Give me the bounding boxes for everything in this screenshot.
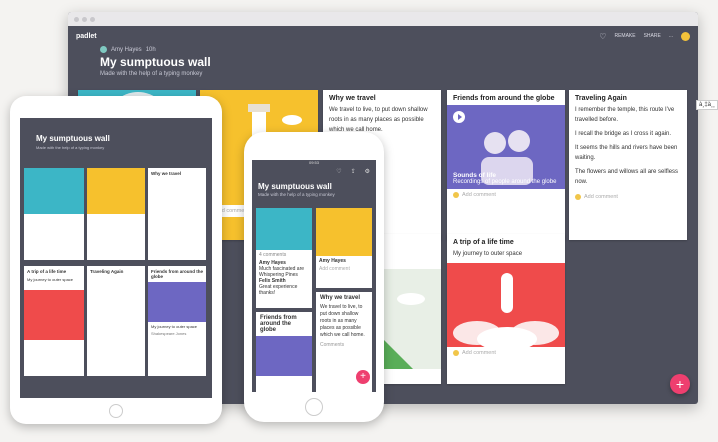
add-comment-trip[interactable]: Add comment xyxy=(447,347,565,359)
tablet-wall-subtitle: Made with the help of a typing monkey xyxy=(36,145,105,150)
phone-lighthouse-card[interactable]: Amy Hayes Add comment xyxy=(316,208,372,288)
comment-avatar xyxy=(453,192,459,198)
phone-toolbar: ♡ ⇪ ⚙ xyxy=(252,168,376,180)
tablet-why-card[interactable]: Why we travel xyxy=(148,168,206,260)
phone-balloon-card[interactable]: 4 comments Amy Hayes Much fascinated are… xyxy=(256,208,312,308)
add-comment-label[interactable]: Add comment xyxy=(316,266,372,272)
comment-avatar xyxy=(453,350,459,356)
add-comment-label: Add comment xyxy=(462,350,496,356)
settings-icon[interactable]: ⚙ xyxy=(365,168,370,180)
poem-line: It seems the hills and rivers have been … xyxy=(575,145,678,161)
friends-card[interactable]: Friends from around the globe Sounds of … xyxy=(447,90,565,240)
stray-glyph-label: à¸‡à¸¸ xyxy=(696,100,718,110)
add-comment-label: Add comment xyxy=(462,192,496,198)
tablet-home-button[interactable] xyxy=(109,404,123,418)
friends-media: Sounds of life Recordings of people arou… xyxy=(447,105,565,189)
phone-add-post-button[interactable]: + xyxy=(356,370,370,384)
comment-count: 4 comments xyxy=(259,252,287,258)
comments-label: Comments xyxy=(320,342,345,348)
rocket-media xyxy=(447,263,565,351)
add-comment-label: Add comment xyxy=(584,194,618,200)
phone-screen: 09:53 ♡ ⇪ ⚙ My sumptuous wall Made with … xyxy=(252,160,376,392)
balloon-image xyxy=(256,208,312,250)
tablet-lighthouse-card[interactable] xyxy=(87,168,145,260)
wall-header: Amy Hayes 10h My sumptuous wall Made wit… xyxy=(100,46,211,77)
phone-wall-title: My sumptuous wall xyxy=(258,182,332,191)
poem-line: I recall the bridge as I cross it again. xyxy=(575,131,672,137)
media-title: Sounds of life xyxy=(453,172,496,179)
comment-text: Great experience thanks! xyxy=(259,284,298,296)
card-title: Friends from around the globe xyxy=(453,95,555,102)
share-icon[interactable]: ⇪ xyxy=(351,168,356,180)
card-title: Traveling Again xyxy=(90,269,124,274)
phone-home-button[interactable] xyxy=(305,398,323,416)
add-comment-friends[interactable]: Add comment xyxy=(447,189,565,201)
more-menu-button[interactable]: ... xyxy=(669,33,673,39)
tablet-friends-card[interactable]: Friends from around the globe My journey… xyxy=(148,266,206,376)
card-body: My journey to outer space xyxy=(151,324,198,329)
tablet-wall-title: My sumptuous wall xyxy=(36,134,110,143)
heart-icon[interactable]: ♡ xyxy=(336,168,341,180)
card-title: Traveling Again xyxy=(575,95,627,102)
friends-image xyxy=(148,282,206,322)
share-button[interactable]: SHARE xyxy=(644,33,661,39)
wall-subtitle: Made with the help of a typing monkey xyxy=(100,71,203,77)
rocket-image xyxy=(24,290,84,340)
wall-author: Amy Hayes 10h xyxy=(100,46,211,53)
card-author: Shakespeare Jones xyxy=(151,331,187,336)
tablet-device: My sumptuous wall Made with the help of … xyxy=(10,96,222,424)
comment-text: Much fascinated are Whispering Pines xyxy=(259,266,305,278)
status-bar-time: 09:53 xyxy=(308,160,319,165)
tablet-travel-card[interactable]: Traveling Again xyxy=(87,266,145,376)
card-title: Why we travel xyxy=(151,171,182,176)
balloon-image xyxy=(24,168,84,214)
phone-friends-card[interactable]: Friends from around the globe xyxy=(256,312,312,392)
card-body: My journey to outer space xyxy=(27,277,74,282)
app-header: padlet ♡ REMAKE SHARE ... xyxy=(68,26,698,46)
window-titlebar xyxy=(68,12,698,26)
add-post-button[interactable]: + xyxy=(670,374,690,394)
card-title: Why we travel xyxy=(329,95,376,102)
card-title: Why we travel xyxy=(320,295,361,301)
phone-device: 09:53 ♡ ⇪ ⚙ My sumptuous wall Made with … xyxy=(244,132,384,422)
card-title: A trip of a life time xyxy=(27,269,67,274)
card-title: Friends from around the globe xyxy=(151,269,204,279)
heart-icon[interactable]: ♡ xyxy=(599,32,606,41)
poem-line: I remember the temple, this route I've t… xyxy=(575,107,675,123)
tablet-screen: My sumptuous wall Made with the help of … xyxy=(20,118,212,398)
window-close-dot[interactable] xyxy=(74,16,79,22)
lighthouse-image xyxy=(316,208,372,256)
card-body: We travel to live, to put down shallow r… xyxy=(320,304,365,338)
author-avatar xyxy=(100,46,107,53)
friends-image xyxy=(256,336,312,376)
tablet-balloon-card[interactable] xyxy=(24,168,84,260)
add-comment-travel[interactable]: Add comment xyxy=(569,191,687,203)
media-caption: Sounds of life Recordings of people arou… xyxy=(453,172,556,185)
brand-logo[interactable]: padlet xyxy=(76,33,97,40)
comment-author: Amy Hayes xyxy=(319,258,346,264)
showcase-scene: padlet ♡ REMAKE SHARE ... Amy Hayes 10h … xyxy=(0,0,718,442)
traveling-again-card[interactable]: Traveling Again I remember the temple, t… xyxy=(569,90,687,240)
user-avatar[interactable] xyxy=(681,31,690,41)
rocket-illustration xyxy=(453,273,559,351)
card-title: A trip of a life time xyxy=(453,239,514,246)
trip-of-a-lifetime-card[interactable]: A trip of a life time My journey to oute… xyxy=(447,234,565,384)
card-body: My journey to outer space xyxy=(453,251,523,257)
remake-button[interactable]: REMAKE xyxy=(614,33,635,39)
tablet-trip-card[interactable]: A trip of a life time My journey to oute… xyxy=(24,266,84,376)
lighthouse-image xyxy=(87,168,145,214)
window-minimize-dot[interactable] xyxy=(82,16,87,22)
author-name: Amy Hayes xyxy=(111,46,142,53)
phone-wall-subtitle: Made with the help of a typing monkey xyxy=(258,192,335,197)
media-subtitle: Recordings of people around the globe xyxy=(453,179,557,185)
window-maximize-dot[interactable] xyxy=(90,16,95,22)
poem-line: The flowers and willows all are selfless… xyxy=(575,169,679,185)
card-title: Friends from around the globe xyxy=(260,315,297,333)
wall-title: My sumptuous wall xyxy=(100,55,211,69)
comment-avatar xyxy=(575,194,581,200)
posted-time: 10h xyxy=(145,46,156,53)
